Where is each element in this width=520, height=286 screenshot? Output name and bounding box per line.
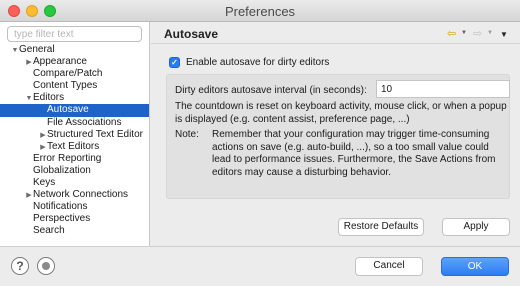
- tree-item-label: File Associations: [47, 116, 122, 128]
- interval-label: Dirty editors autosave interval (in seco…: [175, 85, 367, 96]
- tree-item-network-connections[interactable]: ▶Network Connections: [0, 189, 149, 201]
- interval-input[interactable]: [376, 80, 510, 98]
- tree-item-text-editors[interactable]: ▶Text Editors: [0, 140, 149, 153]
- tree-item-label: Content Types: [33, 80, 98, 92]
- back-history-dropdown-icon[interactable]: ▼: [461, 30, 467, 36]
- tree-item-label: Globalization: [33, 164, 91, 176]
- page-title: Autosave: [164, 27, 219, 41]
- forward-arrow-icon[interactable]: ⇨: [473, 27, 482, 40]
- help-icon[interactable]: ?: [11, 257, 29, 275]
- tree-item-globalization[interactable]: Globalization: [0, 164, 149, 177]
- tree-item-file-associations[interactable]: File Associations: [0, 116, 149, 129]
- interval-group: Dirty editors autosave interval (in seco…: [166, 74, 510, 199]
- record-macro-icon[interactable]: [37, 257, 55, 275]
- tree-item-label: Perspectives: [33, 213, 91, 225]
- note-text: Remember that your configuration may tri…: [212, 129, 496, 178]
- back-arrow-icon[interactable]: ⇦: [447, 27, 456, 40]
- tree-item-label: Compare/Patch: [33, 68, 103, 80]
- tree-item-label: Structured Text Editor: [47, 128, 143, 140]
- restore-defaults-button[interactable]: Restore Defaults: [338, 218, 424, 236]
- tree-item-label: Search: [33, 225, 65, 237]
- tree-item-autosave[interactable]: Autosave: [0, 104, 149, 117]
- forward-history-dropdown-icon[interactable]: ▼: [487, 30, 493, 36]
- tree-item-search[interactable]: Search: [0, 225, 149, 237]
- view-menu-icon[interactable]: ▼: [500, 30, 508, 39]
- apply-button[interactable]: Apply: [442, 218, 510, 236]
- tree-item-label: Error Reporting: [33, 152, 102, 164]
- ok-button[interactable]: OK: [441, 257, 509, 276]
- preference-page: Autosave ⇦ ▼ ⇨ ▼ ▼ ✓ Enable autosave for…: [151, 22, 520, 246]
- tree-item-content-types[interactable]: Content Types: [0, 80, 149, 92]
- enable-autosave-label[interactable]: Enable autosave for dirty editors: [186, 57, 329, 68]
- preference-tree-panel: ▼General▶AppearanceCompare/PatchContent …: [0, 22, 150, 246]
- tree-item-label: General: [19, 44, 55, 55]
- tree-item-general[interactable]: ▼General: [0, 44, 149, 56]
- preferences-window: Preferences ▼General▶AppearanceCompare/P…: [0, 0, 520, 286]
- tree-item-notifications[interactable]: Notifications: [0, 201, 149, 213]
- tree-item-structured-text-editor[interactable]: ▶Structured Text Editor: [0, 128, 149, 141]
- countdown-description: The countdown is reset on keyboard activ…: [175, 101, 507, 125]
- tree-item-label: Keys: [33, 177, 56, 189]
- tree-item-editors[interactable]: ▼Editors: [0, 92, 149, 104]
- preference-tree: ▼General ▶Appearance Compare/Patch Content …: [0, 44, 149, 238]
- tree-item-label: Autosave: [47, 104, 89, 116]
- enable-autosave-checkbox[interactable]: ✓: [169, 57, 180, 68]
- tree-item-appearance[interactable]: ▶Appearance: [0, 56, 149, 68]
- tree-item-perspectives[interactable]: Perspectives: [0, 213, 149, 225]
- tree-item-label: Editors: [33, 92, 65, 104]
- tree-item-label: Appearance: [33, 56, 87, 68]
- tree-item-compare-patch[interactable]: Compare/Patch: [0, 68, 149, 80]
- window-title: Preferences: [224, 4, 296, 19]
- tree-item-keys[interactable]: Keys: [0, 177, 149, 189]
- note-label: Note:: [175, 129, 199, 140]
- title-bar: Preferences: [0, 0, 520, 22]
- tree-item-label: Network Connections: [33, 189, 129, 201]
- tree-item-error-reporting[interactable]: Error Reporting: [0, 152, 149, 165]
- enable-autosave-row[interactable]: ✓ Enable autosave for dirty editors: [169, 56, 329, 69]
- page-header: Autosave ⇦ ▼ ⇨ ▼ ▼: [151, 22, 520, 44]
- tree-item-label: Text Editors: [47, 140, 100, 152]
- dialog-footer: ? Cancel OK: [0, 246, 520, 286]
- cancel-button[interactable]: Cancel: [355, 257, 423, 276]
- filter-input[interactable]: [7, 26, 142, 42]
- tree-item-label: Notifications: [33, 201, 88, 213]
